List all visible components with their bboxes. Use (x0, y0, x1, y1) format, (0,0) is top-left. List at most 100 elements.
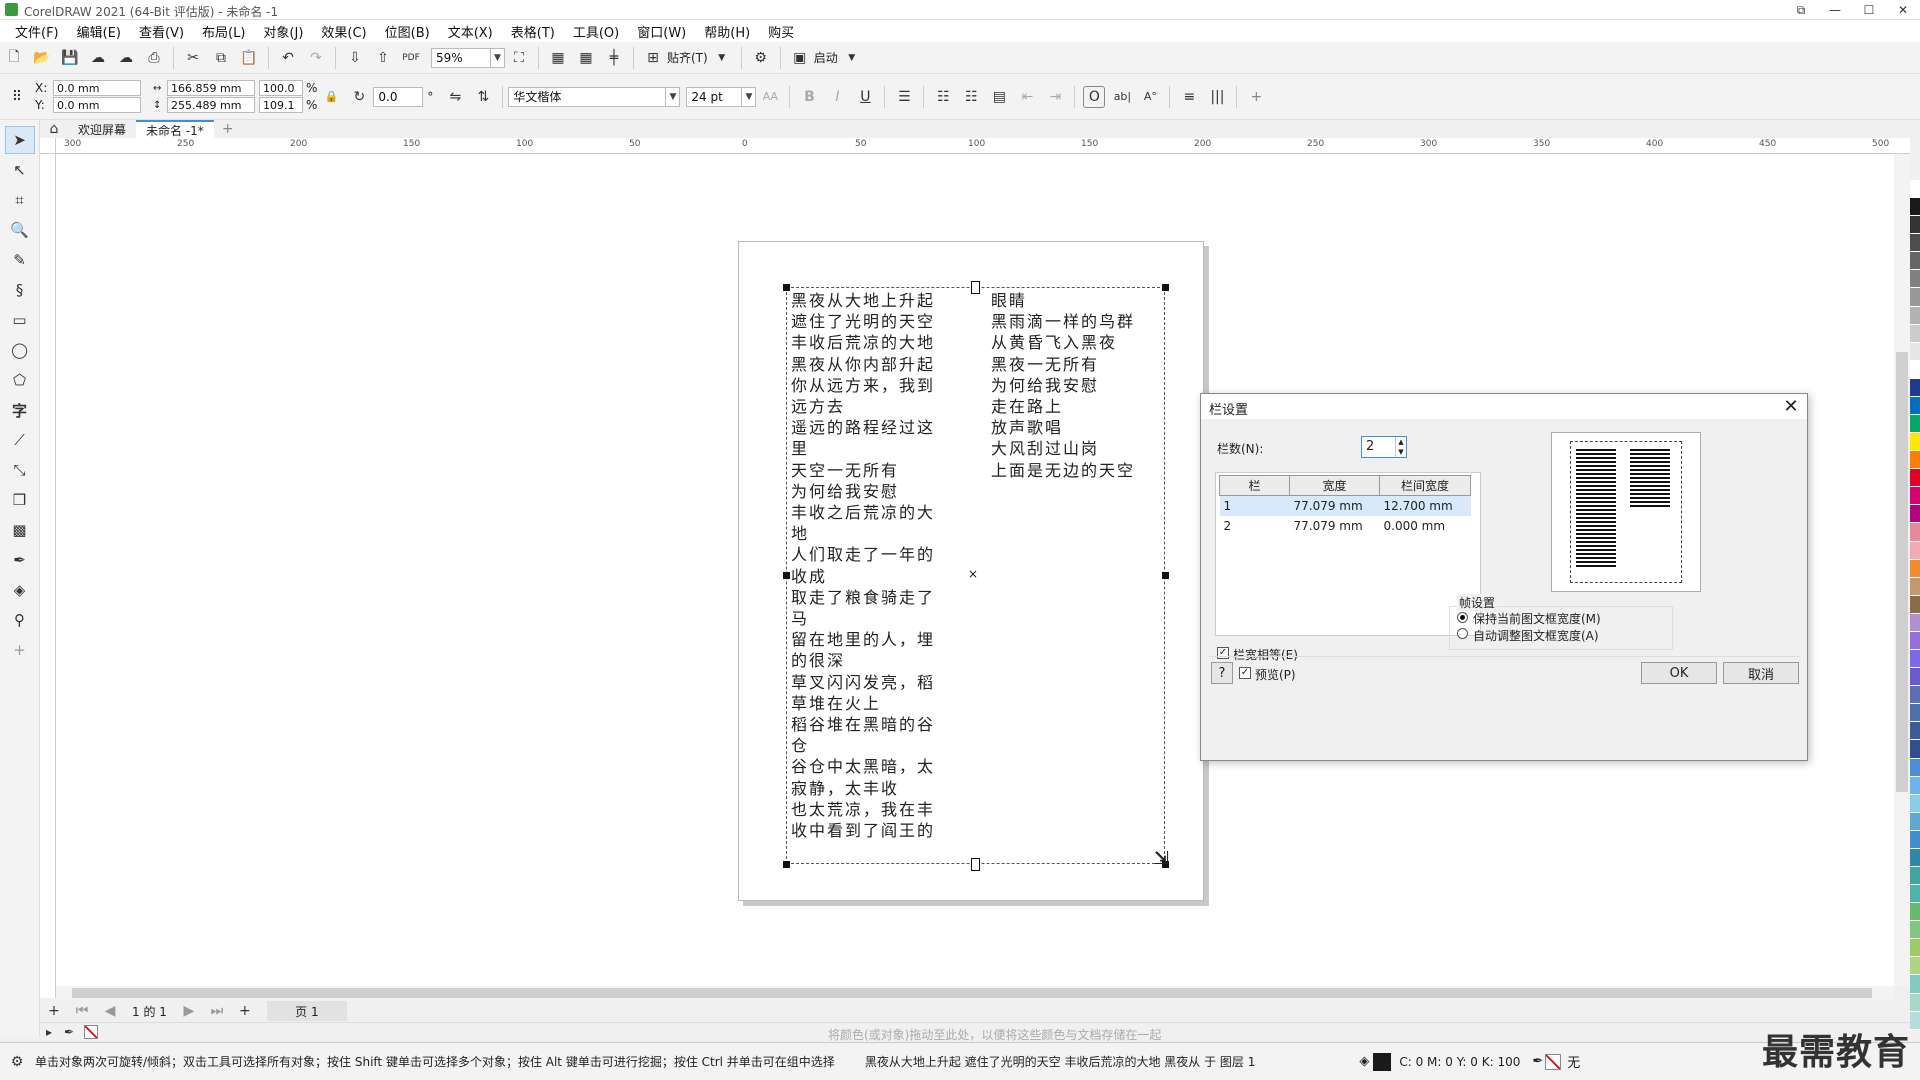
palette-swatch[interactable] (1910, 704, 1920, 723)
numbered-list-icon[interactable]: ☷ (960, 86, 982, 108)
menu-file[interactable]: 文件(F) (6, 22, 68, 41)
cloud-upload-icon[interactable]: ☁ (87, 47, 109, 69)
rulers-icon[interactable]: ▦ (547, 47, 569, 69)
rotation-icon[interactable]: ↻ (348, 86, 370, 108)
horizontal-ruler[interactable]: 300 250 200 150 100 50 0 50 100 150 200 250 300 350 40… (56, 138, 1910, 154)
dialog-close-icon[interactable]: ✕ (1779, 396, 1803, 418)
preview-label[interactable]: 预览(P) (1255, 666, 1296, 683)
palette-swatch[interactable] (1910, 668, 1920, 687)
menu-effects[interactable]: 效果(C) (312, 22, 375, 41)
status-gear-icon[interactable]: ⚙ (6, 1051, 28, 1073)
handle-middle-left[interactable] (783, 572, 790, 579)
palette-swatch[interactable] (1910, 613, 1920, 632)
palette-swatch[interactable] (1910, 848, 1920, 867)
page-tab[interactable]: 页 1 (266, 1001, 347, 1021)
menu-table[interactable]: 表格(T) (502, 22, 564, 41)
menu-help[interactable]: 帮助(H) (695, 22, 759, 41)
menu-layout[interactable]: 布局(L) (193, 22, 254, 41)
palette-swatch[interactable] (1910, 541, 1920, 560)
palette-swatch[interactable] (1910, 306, 1920, 325)
font-name-field[interactable] (508, 86, 667, 107)
connector-tool-icon[interactable]: ⤡ (5, 456, 35, 484)
export-icon[interactable]: ⇧ (372, 47, 394, 69)
italic-icon[interactable]: I (826, 86, 848, 108)
scale-y-field[interactable] (259, 97, 303, 113)
palette-swatch[interactable] (1910, 776, 1920, 795)
font-size-field[interactable] (686, 86, 743, 107)
palette-swatch[interactable] (1910, 686, 1920, 705)
palette-swatch[interactable] (1910, 812, 1920, 831)
palette-swatch[interactable] (1910, 758, 1920, 777)
next-page-icon[interactable]: ▶ (178, 1000, 200, 1022)
palette-swatch[interactable] (1910, 939, 1920, 958)
spin-up-icon[interactable]: ▲ (1398, 438, 1403, 446)
transparency-icon[interactable]: ▩ (5, 516, 35, 544)
equal-width-checkbox[interactable]: ✓ (1217, 647, 1229, 659)
palette-swatch[interactable] (1910, 830, 1920, 849)
palette-swatch[interactable] (1910, 577, 1920, 596)
add-page-after-icon[interactable]: + (234, 1000, 256, 1022)
palette-swatch[interactable] (1910, 722, 1920, 741)
ruler-origin[interactable] (40, 138, 56, 154)
outline-swatch[interactable] (1545, 1053, 1562, 1070)
palette-swatch[interactable] (1910, 631, 1920, 651)
palette-swatch[interactable] (1910, 1011, 1920, 1030)
palette-swatch[interactable] (1910, 180, 1920, 199)
text-align-icon[interactable]: ☰ (893, 86, 915, 108)
palette-swatch[interactable] (1910, 595, 1920, 614)
no-color-swatch-icon[interactable] (84, 1025, 98, 1039)
import-icon[interactable]: ⇩ (344, 47, 366, 69)
center-marker-icon[interactable]: × (968, 567, 978, 581)
cell-gutter[interactable]: 12.700 mm (1379, 495, 1471, 516)
document-palette-bar[interactable]: ▸ ✒ 将颜色(或对象)拖动至此处，以便将这些颜色与文档存储在一起 (40, 1022, 1910, 1042)
grid-icon[interactable]: ▦ (575, 47, 597, 69)
scale-x-field[interactable] (259, 80, 303, 96)
cell-column[interactable]: 1 (1219, 495, 1290, 516)
palette-swatch[interactable] (1910, 451, 1920, 470)
cell-gutter[interactable]: 0.000 mm (1380, 516, 1471, 536)
palette-swatch[interactable] (1910, 252, 1920, 271)
handle-top-right[interactable] (1162, 284, 1169, 291)
bullet-list-icon[interactable]: ☷ (932, 86, 954, 108)
pdf-icon[interactable]: PDF (400, 47, 422, 69)
add-page-before-icon[interactable]: + (43, 1000, 65, 1022)
last-page-icon[interactable]: ⏭ (206, 1000, 228, 1022)
palette-swatch[interactable] (1910, 903, 1920, 922)
handle-bottom-left[interactable] (783, 861, 790, 868)
freehand-tool-icon[interactable]: ✎ (5, 246, 35, 274)
palette-swatch[interactable] (1910, 921, 1920, 940)
shape-tool-icon[interactable]: ↖ (5, 156, 35, 184)
decrease-indent-icon[interactable]: ⇤ (1016, 86, 1038, 108)
tab-document[interactable]: 未命名 -1* (136, 120, 214, 138)
ok-button[interactable]: OK (1641, 662, 1717, 684)
zoom-level-field[interactable] (431, 47, 491, 68)
fill-tool-icon[interactable]: ◈ (5, 576, 35, 604)
palette-swatch[interactable] (1910, 957, 1920, 976)
table-row[interactable]: 2 77.079 mm 0.000 mm (1220, 516, 1471, 536)
fill-swatch[interactable] (1373, 1052, 1392, 1071)
preview-checkbox[interactable]: ✓ (1239, 667, 1251, 679)
horizontal-text-icon[interactable]: ≡ (1178, 86, 1200, 108)
lock-ratio-icon[interactable]: 🔒 (320, 86, 342, 108)
palette-swatch[interactable] (1910, 523, 1920, 542)
palette-swatch[interactable] (1910, 288, 1920, 307)
launch-icon[interactable]: ▣ (789, 47, 811, 69)
equal-width-label[interactable]: 栏宽相等(E) (1233, 646, 1298, 663)
full-screen-icon[interactable]: ⛶ (508, 47, 530, 69)
increase-indent-icon[interactable]: ⇥ (1044, 86, 1066, 108)
add-tool-icon[interactable]: + (5, 636, 35, 664)
maximize-button[interactable]: ☐ (1852, 0, 1886, 20)
palette-swatch[interactable] (1910, 650, 1920, 669)
menu-window[interactable]: 窗口(W) (628, 22, 695, 41)
restore-small-icon[interactable]: ⧉ (1784, 0, 1818, 20)
menu-edit[interactable]: 编辑(E) (68, 22, 130, 41)
keep-width-label[interactable]: 保持当前图文框宽度(M) (1473, 610, 1601, 627)
cell-width[interactable]: 77.079 mm (1290, 516, 1380, 536)
vertical-scroll-thumb[interactable] (1896, 352, 1908, 792)
palette-swatch[interactable] (1910, 559, 1920, 578)
snap-icon[interactable]: ⊞ (642, 47, 664, 69)
rectangle-tool-icon[interactable]: ▭ (5, 306, 35, 334)
eyedropper-icon[interactable]: ✒ (5, 546, 35, 574)
palette-swatch[interactable] (1910, 866, 1920, 886)
add-icon[interactable]: + (1245, 86, 1267, 108)
